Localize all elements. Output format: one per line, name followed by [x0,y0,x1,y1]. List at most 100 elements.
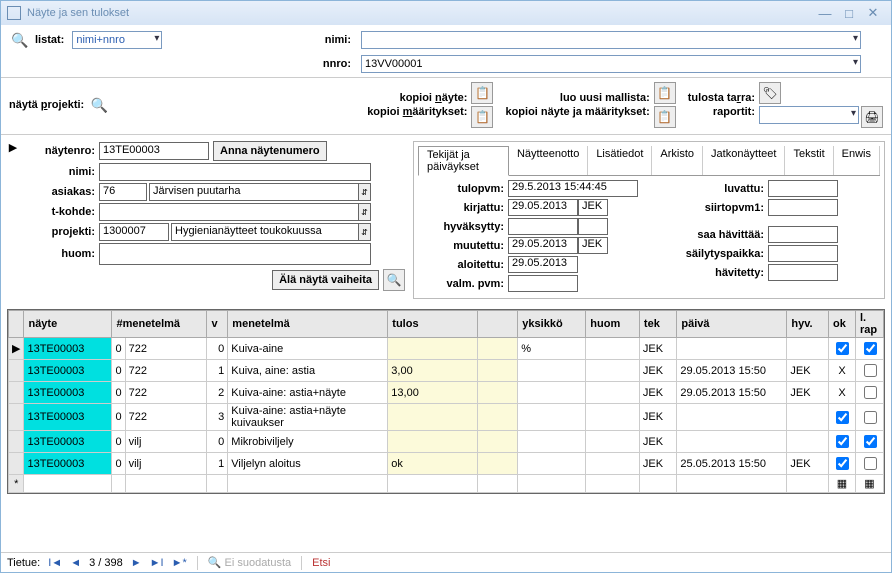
nimi-combo[interactable] [361,31,861,49]
col-huom[interactable]: huom [586,311,640,338]
projekti-id-field[interactable]: 1300007 [99,223,169,241]
col-menetelma[interactable]: menetelmä [228,311,388,338]
tab-tekstit[interactable]: Tekstit [785,146,833,175]
nnro-combo[interactable]: 13VV00001 [361,55,861,73]
kirjattu-date[interactable]: 29.05.2013 [508,199,578,216]
col-yksikko[interactable]: yksikkö [518,311,586,338]
luo-uusi-label: luo uusi mallista: [560,92,650,104]
tkohde-picker-icon[interactable]: ⇵ [359,203,371,221]
record-selector[interactable]: ▶ [7,141,19,299]
muutettu-user[interactable]: JEK [578,237,608,254]
tkohde-field[interactable] [99,203,359,221]
kopioi-nm-icon[interactable]: 📋 [654,106,676,128]
naytenro-label: näytenro: [27,145,99,157]
nav-last-icon[interactable]: ►I [150,557,164,569]
col-v[interactable]: v [207,311,228,338]
ok-checkbox[interactable] [836,411,849,424]
projekti-nimi-field[interactable]: Hygienianäytteet toukokuussa [171,223,359,241]
hyvaksytty-label: hyväksytty: [418,221,508,233]
tab-naytteenotto[interactable]: Näytteenotto [509,146,588,175]
meta-columns: tulopvm:29.5.2013 15:44:45 kirjattu:29.0… [418,180,880,294]
table-row[interactable]: 13TE000030vilj0MikrobiviljelyJEK [9,431,884,453]
table-row[interactable]: 13TE0000307222Kuiva-aine: astia+näyte13,… [9,382,884,404]
valm-date[interactable] [508,275,578,292]
col-hyv[interactable]: hyv. [787,311,829,338]
minimize-button[interactable]: — [813,6,837,21]
havitetty-field[interactable] [768,264,838,281]
col-ok[interactable]: ok [829,311,856,338]
luo-uusi-icon[interactable]: 📋 [654,82,676,104]
ok-checkbox[interactable] [836,457,849,470]
siirto-field[interactable] [768,199,838,216]
tulopvm-field[interactable]: 29.5.2013 15:44:45 [508,180,638,197]
lrap-checkbox[interactable] [864,457,877,470]
lrap-checkbox[interactable] [864,435,877,448]
projekti-binoculars-icon[interactable]: 🔍 [88,94,110,116]
col-nayte[interactable]: näyte [24,311,112,338]
nimi2-field[interactable] [99,163,371,181]
projekti-picker-icon[interactable]: ⇵ [359,223,371,241]
kopioi-maar-icon[interactable]: 📋 [471,106,493,128]
maximize-button[interactable]: □ [837,6,861,21]
nav-next-icon[interactable]: ► [131,557,142,569]
anna-naytenumero-button[interactable]: Anna näytenumero [213,141,327,161]
nav-new-icon[interactable]: ►* [172,557,187,569]
kirjattu-user[interactable]: JEK [578,199,608,216]
table-row-new[interactable]: *▦▦ [9,475,884,493]
sailytys-field[interactable] [768,245,838,262]
asiakas-nimi-field[interactable]: Järvisen puutarha [149,183,359,201]
col-tulos[interactable]: tulos [388,311,478,338]
lrap-checkbox[interactable] [864,342,877,355]
close-button[interactable]: ✕ [861,5,885,21]
saahav-field[interactable] [768,226,838,243]
results-grid[interactable]: näyte #menetelmä v menetelmä tulos yksik… [7,309,885,494]
filter-label[interactable]: 🔍 Ei suodatusta [208,556,291,569]
asiakas-id-field[interactable]: 76 [99,183,147,201]
lrap-checkbox[interactable] [864,386,877,399]
nimi2-label: nimi: [27,166,99,178]
sample-form: näytenro: 13TE00003 Anna näytenumero nim… [27,141,405,299]
ala-nayta-button[interactable]: Älä näytä vaiheita [272,270,379,290]
tkohde-label: t-kohde: [27,206,99,218]
valm-label: valm. pvm: [418,278,508,290]
raportit-print-icon[interactable]: 🖨 [861,106,883,128]
ok-checkbox[interactable] [836,342,849,355]
nav-first-icon[interactable]: I◄ [48,557,62,569]
col-lrap[interactable]: l. rap [856,311,884,338]
siirto-label: siirtopvm1: [658,202,768,214]
binoculars-icon[interactable]: 🔍 [9,29,31,51]
kopioi-nayte-icon[interactable]: 📋 [471,82,493,104]
tulosta-icon[interactable]: 🏷 [759,82,781,104]
col-paiva[interactable]: päivä [677,311,787,338]
lrap-checkbox[interactable] [864,411,877,424]
huom-field[interactable] [99,243,371,265]
asiakas-picker-icon[interactable]: ⇵ [359,183,371,201]
tab-jatkonaytteet[interactable]: Jatkonäytteet [703,146,785,175]
table-row[interactable]: ▶13TE0000307220Kuiva-aine%JEK [9,338,884,360]
naytenro-field[interactable]: 13TE00003 [99,142,209,160]
ok-checkbox[interactable] [836,435,849,448]
hyvaksytty-user[interactable] [578,218,608,235]
muutettu-date[interactable]: 29.05.2013 [508,237,578,254]
col-mnum[interactable]: #menetelmä [112,311,207,338]
nav-prev-icon[interactable]: ◄ [70,557,81,569]
nayta-projekti-label: näytä projekti: [9,99,84,111]
lrap-checkbox[interactable] [864,364,877,377]
toolbar-top: 🔍 listat: nimi+nnro nimi: 📋 ✖ 📄 📚 nnro: … [1,25,891,78]
hyvaksytty-date[interactable] [508,218,578,235]
table-row[interactable]: 13TE0000307223Kuiva-aine: astia+näyte ku… [9,404,884,431]
saahav-label: saa hävittää: [658,229,768,241]
raportit-combo[interactable] [759,106,859,124]
tab-enwis[interactable]: Enwis [834,146,880,175]
table-row[interactable]: 13TE0000307221Kuiva, aine: astia3,00JEK2… [9,360,884,382]
tab-lisatiedot[interactable]: Lisätiedot [588,146,652,175]
col-tek[interactable]: tek [639,311,676,338]
aloitettu-date[interactable]: 29.05.2013 [508,256,578,273]
ala-icon[interactable]: 🔍 [383,269,405,291]
luvattu-field[interactable] [768,180,838,197]
tab-arkisto[interactable]: Arkisto [652,146,703,175]
tab-tekijat[interactable]: Tekijät ja päiväykset [418,146,509,176]
table-row[interactable]: 13TE000030vilj1Viljelyn aloitusokJEK25.0… [9,453,884,475]
listat-combo[interactable]: nimi+nnro [72,31,162,49]
etsi-link[interactable]: Etsi [312,557,330,569]
